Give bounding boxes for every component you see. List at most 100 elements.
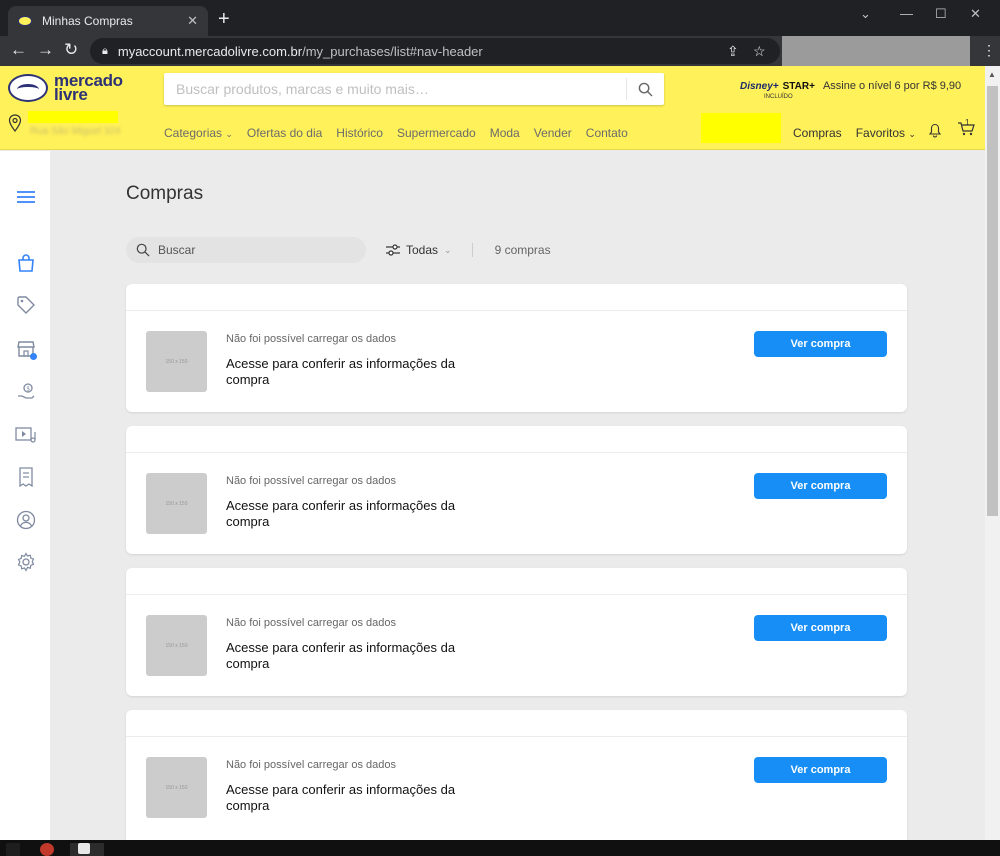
purchase-card-header bbox=[126, 426, 907, 453]
view-purchase-button[interactable]: Ver compra bbox=[754, 615, 887, 641]
page-scrollbar[interactable]: ▲ bbox=[985, 66, 1000, 840]
purchase-status: Não foi possível carregar os dados bbox=[226, 475, 396, 487]
redacted-extensions-area bbox=[782, 36, 970, 66]
purchase-card-header bbox=[126, 568, 907, 595]
maximize-button[interactable]: ☐ bbox=[935, 6, 947, 22]
product-thumbnail[interactable]: 150 x 150 bbox=[146, 473, 207, 534]
search-icon bbox=[136, 243, 150, 257]
back-arrow-icon[interactable]: ← bbox=[10, 41, 27, 59]
svg-text:$: $ bbox=[26, 386, 30, 393]
purchase-filters: Todas ⌄ 9 compras bbox=[126, 237, 551, 263]
purchase-status: Não foi possível carregar os dados bbox=[226, 617, 396, 629]
user-icon[interactable] bbox=[15, 509, 37, 531]
disney-star-promo[interactable]: Disney+ STAR+ INCLUÍDO Assine o nível 6 … bbox=[740, 80, 962, 100]
product-thumbnail[interactable]: 150 x 150 bbox=[146, 331, 207, 392]
view-purchase-button[interactable]: Ver compra bbox=[754, 757, 887, 783]
location-pin-icon bbox=[8, 114, 22, 132]
nav-compras[interactable]: Compras bbox=[793, 126, 842, 140]
tag-icon[interactable] bbox=[15, 294, 37, 316]
address-bar[interactable]: 🔒︎ myaccount.mercadolivre.com.br /my_pur… bbox=[90, 38, 780, 64]
menu-icon[interactable] bbox=[15, 186, 37, 208]
star-plus-logo: STAR+ bbox=[782, 80, 815, 92]
url-path: /my_purchases/list#nav-header bbox=[302, 43, 483, 59]
chevron-down-icon: ⌄ bbox=[908, 129, 916, 139]
product-thumbnail[interactable]: 150 x 150 bbox=[146, 615, 207, 676]
shopping-bag-icon[interactable] bbox=[15, 252, 37, 274]
logo-text: mercado livre bbox=[54, 71, 123, 104]
receipt-icon[interactable] bbox=[15, 466, 37, 488]
tab-title: Minhas Compras bbox=[42, 14, 133, 28]
product-thumbnail[interactable]: 150 x 150 bbox=[146, 757, 207, 818]
purchase-card-header bbox=[126, 284, 907, 311]
nav-contato[interactable]: Contato bbox=[586, 126, 628, 140]
purchase-card: 150 x 150 Não foi possível carregar os d… bbox=[126, 710, 907, 840]
chevron-down-icon: ⌄ bbox=[444, 244, 452, 255]
nav-ofertas-do-dia[interactable]: Ofertas do dia bbox=[247, 126, 322, 140]
purchase-status: Não foi possível carregar os dados bbox=[226, 759, 396, 771]
purchase-description: Acesse para conferir as informações da c… bbox=[226, 356, 456, 387]
nav-vender[interactable]: Vender bbox=[534, 126, 572, 140]
scroll-up-icon[interactable]: ▲ bbox=[988, 70, 996, 79]
browser-menu-icon[interactable]: ⋮ bbox=[982, 42, 996, 59]
reload-icon[interactable]: ↻ bbox=[64, 41, 78, 59]
browser-tab[interactable]: Minhas Compras ✕ bbox=[8, 6, 208, 36]
chevron-down-icon[interactable]: ⌄ bbox=[860, 6, 871, 22]
tab-close-icon[interactable]: ✕ bbox=[187, 13, 198, 29]
browser-titlebar: Minhas Compras ✕ + ⌄ — ☐ ✕ bbox=[0, 0, 1000, 36]
delivery-location[interactable]: Rua São Miguel 324 bbox=[8, 111, 121, 137]
purchase-card-header bbox=[126, 710, 907, 737]
promo-text: Assine o nível 6 por R$ 9,90 bbox=[822, 80, 962, 92]
status-filter-dropdown[interactable]: Todas ⌄ bbox=[386, 243, 452, 257]
page-title: Compras bbox=[126, 183, 204, 204]
redacted-block bbox=[28, 111, 118, 123]
cart-button[interactable]: 1 bbox=[957, 118, 975, 141]
view-purchase-button[interactable]: Ver compra bbox=[754, 331, 887, 357]
forward-arrow-icon[interactable]: → bbox=[37, 41, 54, 59]
money-hand-icon[interactable]: $ bbox=[15, 381, 37, 403]
nav-favoritos[interactable]: Favoritos ⌄ bbox=[856, 126, 916, 140]
nav-supermercado[interactable]: Supermercado bbox=[397, 126, 476, 140]
account-sidebar: $ bbox=[0, 151, 50, 840]
taskbar-app-icon bbox=[78, 843, 90, 854]
url-host: myaccount.mercadolivre.com.br bbox=[117, 43, 303, 59]
taskbar-app-icon[interactable] bbox=[6, 843, 20, 856]
mercadolivre-favicon-icon bbox=[18, 16, 32, 26]
purchase-card: 150 x 150 Não foi possível carregar os d… bbox=[126, 284, 907, 412]
purchase-description: Acesse para conferir as informações da c… bbox=[226, 498, 456, 529]
nav-moda[interactable]: Moda bbox=[490, 126, 520, 140]
window-close-button[interactable]: ✕ bbox=[970, 6, 981, 22]
purchase-description: Acesse para conferir as informações da c… bbox=[226, 640, 456, 671]
nav-historico[interactable]: Histórico bbox=[336, 126, 383, 140]
purchase-status: Não foi possível carregar os dados bbox=[226, 333, 396, 345]
new-tab-button[interactable]: + bbox=[218, 9, 230, 29]
product-search-bar bbox=[164, 73, 664, 105]
bookmark-star-icon[interactable]: ☆ bbox=[753, 43, 766, 60]
gear-icon[interactable] bbox=[15, 551, 37, 573]
account-nav: Compras Favoritos ⌄ bbox=[793, 126, 916, 140]
media-icon[interactable] bbox=[15, 424, 37, 446]
taskbar-app-icon[interactable] bbox=[40, 843, 54, 856]
site-header: mercado livre Disney+ STAR+ INCLUÍDO Ass… bbox=[0, 66, 985, 150]
scrollbar-thumb[interactable] bbox=[987, 86, 998, 516]
redacted-user-name bbox=[701, 113, 781, 143]
minimize-button[interactable]: — bbox=[900, 6, 913, 21]
share-icon[interactable]: ⇪ bbox=[727, 43, 739, 60]
product-search-input[interactable] bbox=[164, 73, 626, 105]
search-icon bbox=[638, 82, 653, 97]
nav-categorias[interactable]: Categorias ⌄ bbox=[164, 126, 233, 140]
status-filter-value: Todas bbox=[406, 243, 439, 257]
chevron-down-icon: ⌄ bbox=[225, 129, 233, 139]
delivery-address: Rua São Miguel 324 bbox=[30, 126, 121, 137]
browser-toolbar: ← → ↻ 🔒︎ myaccount.mercadolivre.com.br /… bbox=[0, 36, 1000, 66]
view-purchase-button[interactable]: Ver compra bbox=[754, 473, 887, 499]
category-nav: Categorias ⌄ Ofertas do dia Histórico Su… bbox=[164, 126, 628, 140]
cart-count: 1 bbox=[965, 118, 970, 127]
notification-dot bbox=[30, 353, 37, 360]
search-button[interactable] bbox=[626, 78, 664, 100]
mercadolivre-logo[interactable]: mercado livre bbox=[8, 71, 123, 104]
store-icon[interactable] bbox=[15, 338, 37, 360]
bell-icon[interactable] bbox=[928, 122, 942, 138]
purchase-search-input[interactable] bbox=[158, 243, 348, 257]
purchase-card: 150 x 150 Não foi possível carregar os d… bbox=[126, 426, 907, 554]
purchase-count: 9 compras bbox=[494, 243, 551, 257]
